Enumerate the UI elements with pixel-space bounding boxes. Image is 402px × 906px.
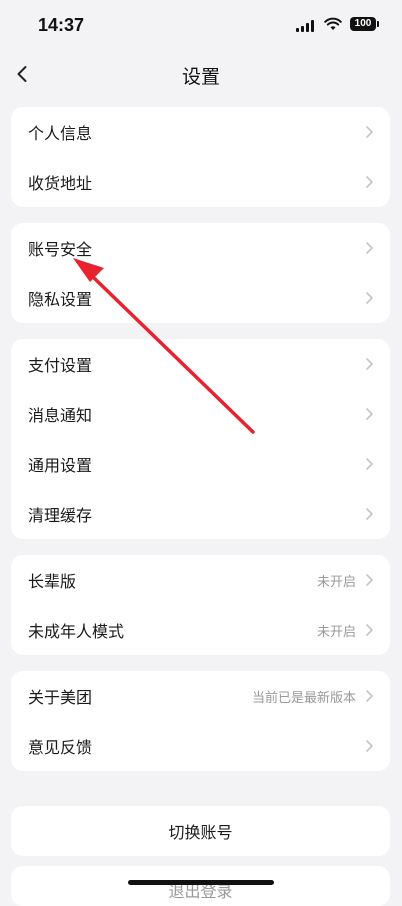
row-label: 账号安全 — [28, 240, 93, 259]
row-clear-cache[interactable]: 清理缓存 — [11, 489, 390, 539]
chevron-right-icon — [366, 176, 373, 188]
row-about-meituan[interactable]: 关于美团 当前已是最新版本 — [11, 671, 390, 721]
chevron-right-icon — [366, 126, 373, 138]
row-status: 未开启 — [316, 574, 356, 590]
row-account-security[interactable]: 账号安全 — [11, 223, 390, 273]
row-personal-info[interactable]: 个人信息 — [11, 107, 390, 157]
chevron-right-icon — [366, 408, 373, 420]
chevron-right-icon — [366, 690, 373, 702]
switch-account-card: 切换账号 — [11, 806, 390, 856]
status-time: 14:37 — [38, 15, 85, 35]
row-label: 支付设置 — [28, 356, 93, 375]
chevron-right-icon — [366, 358, 373, 370]
row-label: 个人信息 — [28, 124, 93, 143]
row-label: 意见反馈 — [28, 738, 93, 757]
row-version-status: 当前已是最新版本 — [251, 690, 356, 706]
logout-card: 退出登录 — [11, 866, 390, 906]
row-label: 长辈版 — [28, 572, 77, 591]
row-label: 收货地址 — [28, 174, 93, 193]
switch-account-button[interactable]: 切换账号 — [11, 806, 390, 856]
row-feedback[interactable]: 意见反馈 — [11, 721, 390, 771]
status-bar: 14:37 100 — [0, 0, 402, 52]
settings-group-modes: 长辈版 未开启 未成年人模式 未开启 — [11, 555, 390, 655]
row-privacy-settings[interactable]: 隐私设置 — [11, 273, 390, 323]
row-label: 消息通知 — [28, 406, 93, 425]
row-status: 未开启 — [316, 624, 356, 640]
settings-group-about: 关于美团 当前已是最新版本 意见反馈 — [11, 671, 390, 771]
chevron-right-icon — [366, 292, 373, 304]
chevron-right-icon — [366, 740, 373, 752]
settings-group-security: 账号安全 隐私设置 — [11, 223, 390, 323]
row-minor-mode[interactable]: 未成年人模式 未开启 — [11, 605, 390, 655]
settings-group-general: 支付设置 消息通知 通用设置 清理缓存 — [11, 339, 390, 539]
chevron-right-icon — [366, 574, 373, 586]
chevron-right-icon — [366, 458, 373, 470]
battery-icon: 100 — [350, 17, 376, 31]
settings-group-profile: 个人信息 收货地址 — [11, 107, 390, 207]
row-notifications[interactable]: 消息通知 — [11, 389, 390, 439]
row-payment-settings[interactable]: 支付设置 — [11, 339, 390, 389]
home-indicator — [128, 880, 274, 885]
cellular-signal-icon — [296, 20, 314, 32]
row-label: 隐私设置 — [28, 290, 93, 309]
row-shipping-address[interactable]: 收货地址 — [11, 157, 390, 207]
row-label: 清理缓存 — [28, 506, 93, 525]
row-general-settings[interactable]: 通用设置 — [11, 439, 390, 489]
chevron-right-icon — [366, 624, 373, 636]
chevron-right-icon — [366, 242, 373, 254]
row-label: 通用设置 — [28, 456, 93, 475]
row-elder-mode[interactable]: 长辈版 未开启 — [11, 555, 390, 605]
wifi-icon — [324, 17, 342, 30]
battery-tip — [377, 21, 379, 27]
logout-button[interactable]: 退出登录 — [11, 866, 390, 906]
row-label: 未成年人模式 — [28, 622, 125, 641]
page-title: 设置 — [181, 66, 220, 88]
nav-bar: 设置 — [0, 52, 402, 96]
row-label: 关于美团 — [28, 688, 93, 707]
chevron-right-icon — [366, 508, 373, 520]
